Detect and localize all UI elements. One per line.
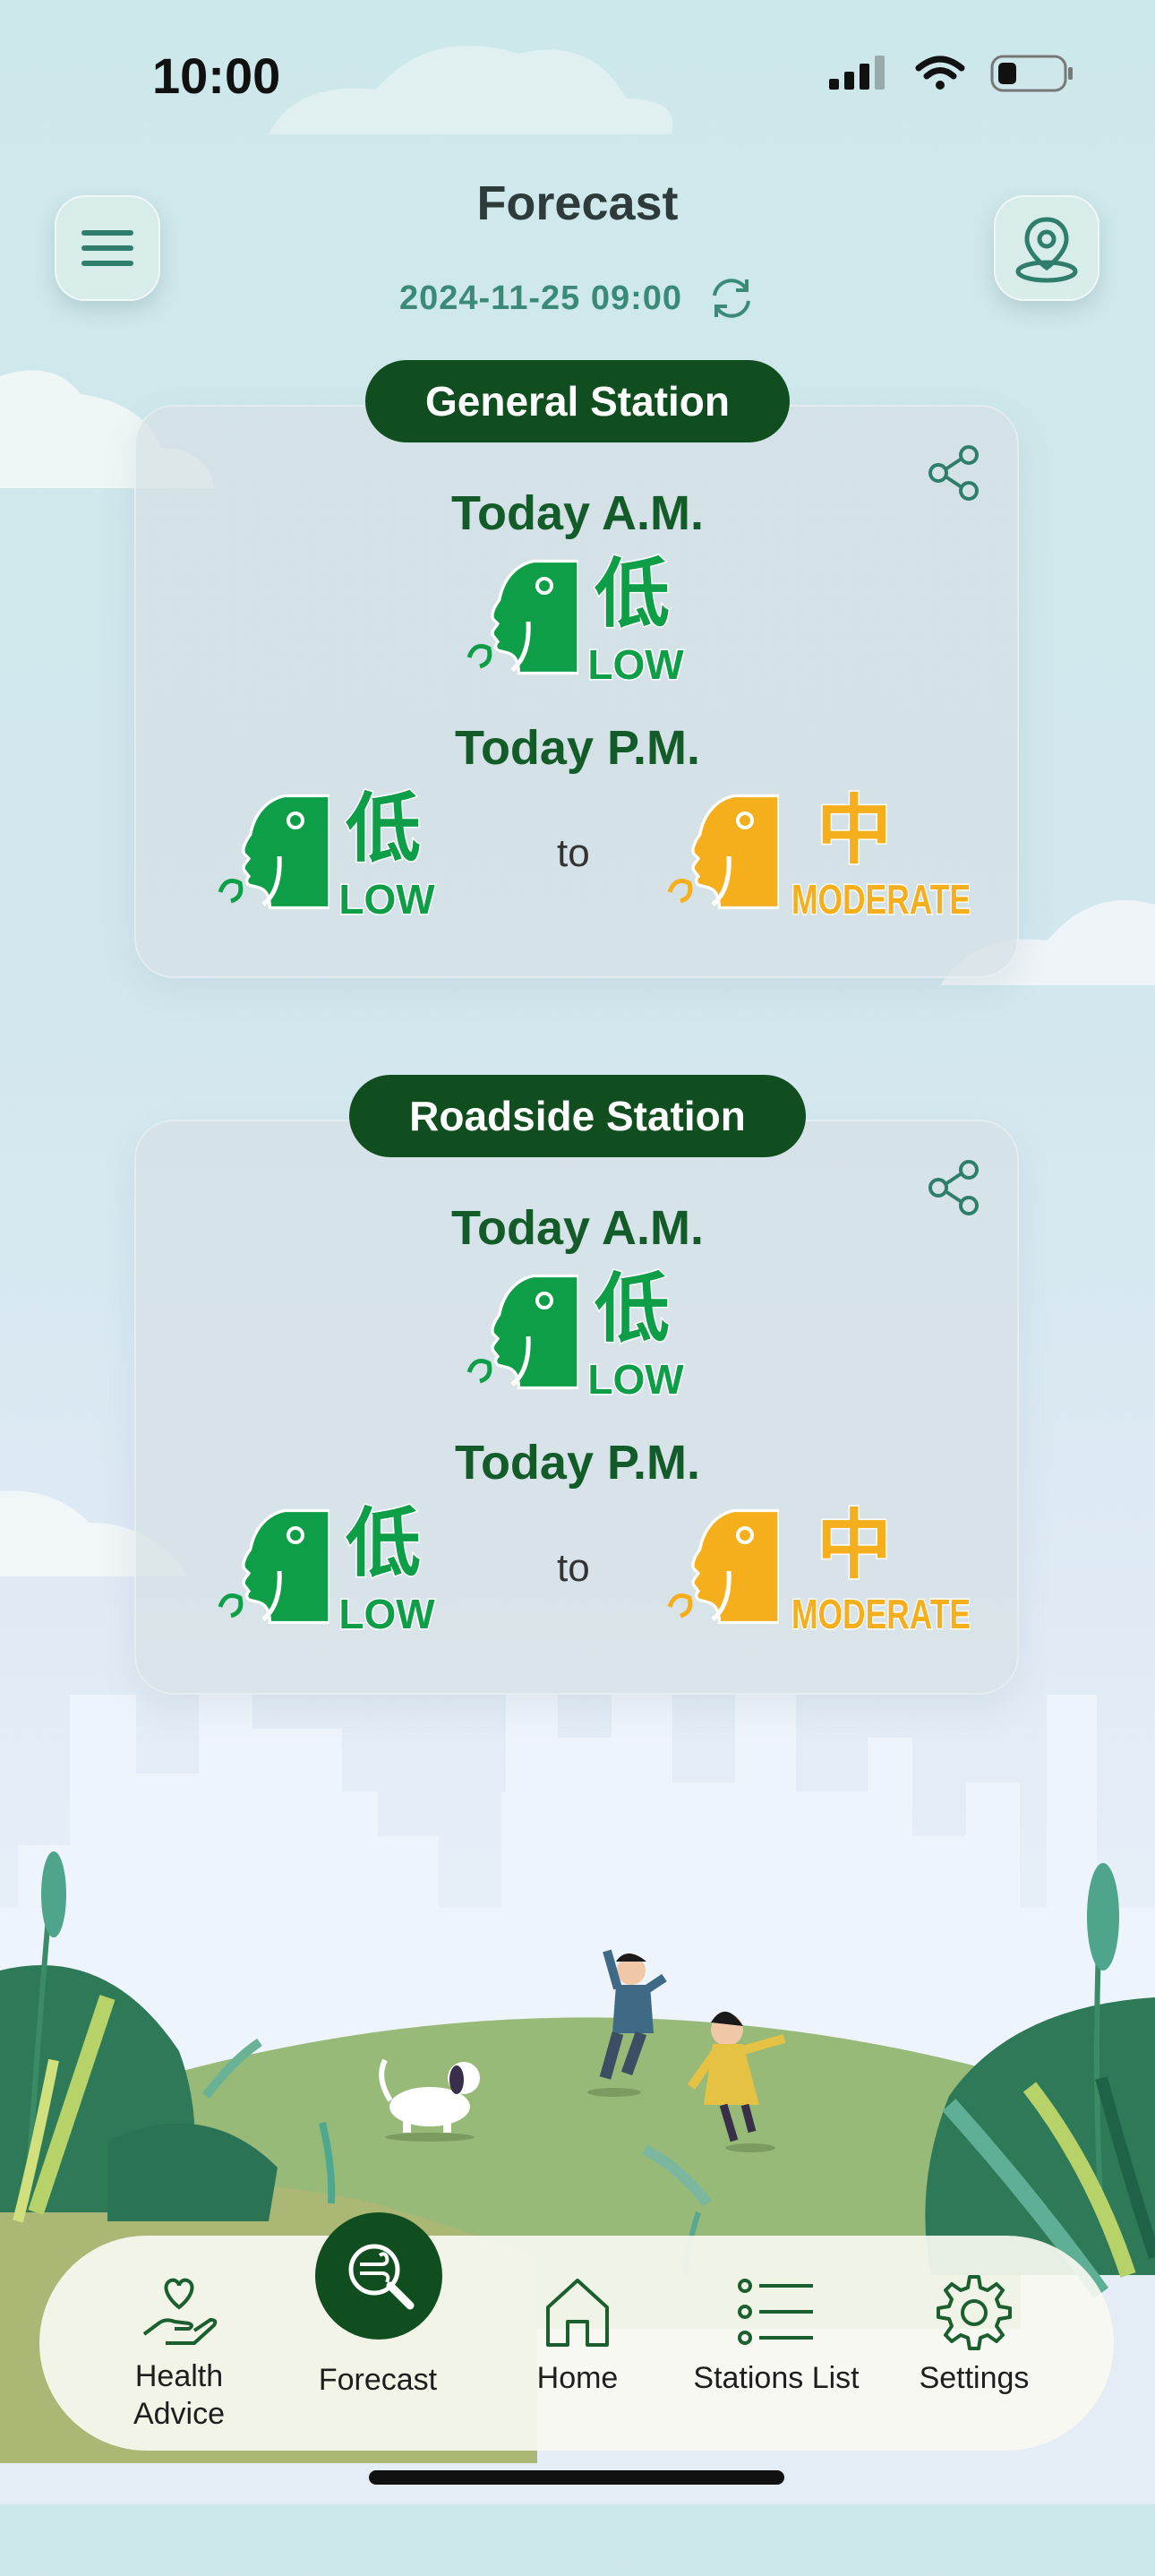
nav-stations-list[interactable]: Stations List bbox=[673, 2271, 879, 2486]
forecast-time-row: 2024-11-25 09:00 bbox=[0, 274, 1155, 322]
nav-forecast[interactable]: Forecast bbox=[297, 2361, 458, 2576]
home-icon bbox=[546, 2279, 609, 2347]
refresh-icon[interactable] bbox=[707, 274, 756, 322]
roadside-pm-label: Today P.M. bbox=[454, 1436, 701, 1490]
status-bar-icons bbox=[827, 54, 1074, 93]
svg-text:LOW: LOW bbox=[338, 876, 435, 921]
svg-text:低: 低 bbox=[595, 550, 670, 638]
battery-icon bbox=[990, 55, 1073, 92]
nav-settings[interactable]: Settings bbox=[894, 2271, 1055, 2486]
nav-home[interactable]: Home bbox=[497, 2271, 658, 2486]
nav-stations-list-label: Stations List bbox=[693, 2361, 860, 2395]
svg-text:MODERATE: MODERATE bbox=[791, 1591, 971, 1636]
low-level-icon: 低 LOW bbox=[466, 549, 686, 690]
low-level-icon: 低 LOW bbox=[218, 784, 437, 924]
home-indicator[interactable] bbox=[369, 2470, 784, 2485]
roadside-pm-to-badge: 中 MODERATE bbox=[666, 1498, 985, 1639]
forecast-datetime: 2024-11-25 09:00 bbox=[398, 279, 683, 317]
signal-icon bbox=[829, 56, 885, 90]
svg-text:低: 低 bbox=[595, 1265, 670, 1352]
svg-text:中: 中 bbox=[817, 786, 892, 874]
roadside-station-pill: Roadside Station bbox=[349, 1075, 806, 1157]
general-pm-to-badge: 中 MODERATE bbox=[666, 783, 985, 924]
roadside-am-level-badge: 低 LOW bbox=[466, 1263, 689, 1404]
svg-text:LOW: LOW bbox=[587, 1356, 684, 1401]
low-level-icon: 低 LOW bbox=[218, 1498, 437, 1639]
general-pm-from-badge: 低 LOW bbox=[217, 783, 441, 924]
list-icon bbox=[738, 2279, 813, 2345]
general-station-pill: General Station bbox=[365, 360, 790, 442]
low-level-icon: 低 LOW bbox=[466, 1264, 686, 1404]
hamburger-icon bbox=[81, 230, 133, 266]
nav-settings-label: Settings bbox=[919, 2361, 1030, 2395]
svg-text:中: 中 bbox=[817, 1501, 892, 1589]
status-bar-time: 10:00 bbox=[152, 47, 281, 104]
general-pm-label: Today P.M. bbox=[454, 721, 701, 775]
wind-search-icon bbox=[348, 2244, 415, 2310]
nav-home-label: Home bbox=[536, 2361, 619, 2395]
roadside-am-label: Today A.M. bbox=[451, 1201, 704, 1255]
roadside-pm-from-badge: 低 LOW bbox=[217, 1498, 441, 1639]
general-am-level-badge: 低 LOW bbox=[466, 548, 689, 690]
page-title: Forecast bbox=[476, 176, 679, 230]
hand-heart-icon bbox=[142, 2278, 218, 2345]
svg-text:LOW: LOW bbox=[587, 641, 684, 686]
nav-health-advice-label: Health Advice bbox=[133, 2359, 226, 2431]
svg-text:低: 低 bbox=[346, 1499, 421, 1587]
svg-text:LOW: LOW bbox=[338, 1591, 435, 1636]
roadside-pm-to-text: to bbox=[557, 1546, 590, 1590]
svg-text:MODERATE: MODERATE bbox=[791, 876, 971, 921]
general-pm-to-text: to bbox=[557, 831, 590, 875]
gear-icon bbox=[937, 2275, 1012, 2350]
moderate-level-icon: 中 MODERATE bbox=[667, 1500, 972, 1639]
general-am-label: Today A.M. bbox=[451, 486, 704, 540]
moderate-level-icon: 中 MODERATE bbox=[667, 786, 972, 924]
wifi-icon bbox=[915, 56, 965, 90]
nav-health-advice[interactable]: Health Advice bbox=[98, 2271, 260, 2451]
nav-forecast-label: Forecast bbox=[318, 2363, 438, 2397]
forecast-active-button[interactable] bbox=[315, 2212, 442, 2340]
svg-text:低: 低 bbox=[346, 785, 421, 872]
